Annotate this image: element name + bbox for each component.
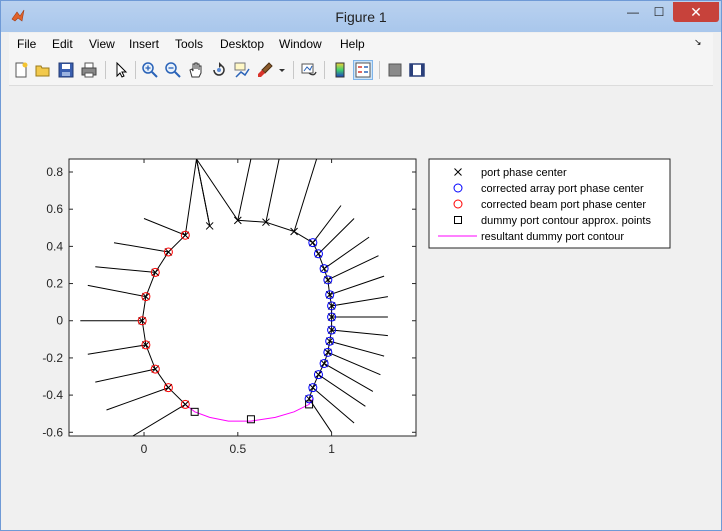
zoom-out-icon[interactable] xyxy=(164,61,182,79)
figure-window: Figure 1 — ☐ ✕ File Edit View Insert Too… xyxy=(0,0,722,531)
legend-label: dummy port contour approx. points xyxy=(481,215,651,227)
legend-item: dummy port contour approx. points xyxy=(454,215,651,227)
y-tick-label: 0.8 xyxy=(46,165,63,179)
pointer-icon[interactable] xyxy=(112,61,130,79)
legend-item: corrected beam port phase center xyxy=(453,199,646,211)
y-tick-label: -0.6 xyxy=(42,425,63,439)
save-icon[interactable] xyxy=(57,61,75,79)
colorbar-icon[interactable] xyxy=(331,61,349,79)
close-button[interactable]: ✕ xyxy=(673,2,719,22)
menu-desktop[interactable]: Desktop xyxy=(220,37,264,51)
x-tick-label: 1 xyxy=(328,442,335,456)
minimize-button[interactable]: — xyxy=(620,2,646,22)
menu-file[interactable]: File xyxy=(17,37,36,51)
toolbar-separator xyxy=(135,61,136,79)
y-tick-label: 0.4 xyxy=(46,239,63,253)
y-tick-label: 0.6 xyxy=(46,202,63,216)
open-file-icon[interactable] xyxy=(34,61,52,79)
x-tick-label: 0 xyxy=(141,442,148,456)
window-title: Figure 1 xyxy=(335,9,387,25)
legend-label: corrected beam port phase center xyxy=(481,199,646,211)
y-tick-label: 0.2 xyxy=(46,277,63,291)
y-tick-label: 0 xyxy=(56,314,63,328)
y-tick-label: -0.2 xyxy=(42,351,63,365)
toolbar-separator xyxy=(293,61,294,79)
rotate-3d-icon[interactable] xyxy=(210,61,228,79)
figure-canvas: 0 0.5 1 0.8 0.6 0.4 0.2 0 -0.2 -0.4 -0.6 port phas… xyxy=(9,86,713,522)
menu-insert[interactable]: Insert xyxy=(129,37,159,51)
menu-view[interactable]: View xyxy=(89,37,115,51)
pan-icon[interactable] xyxy=(187,61,205,79)
y-tick-label: -0.4 xyxy=(42,388,63,402)
menu-window[interactable]: Window xyxy=(279,37,322,51)
plot-svg[interactable]: 0 0.5 1 0.8 0.6 0.4 0.2 0 -0.2 -0.4 -0.6 port phas… xyxy=(9,86,713,522)
legend-label: corrected array port phase center xyxy=(481,183,644,195)
legend-item: corrected array port phase center xyxy=(453,183,644,195)
figure-toolbar xyxy=(9,55,713,86)
toolbar-separator xyxy=(105,61,106,79)
title-bar[interactable]: Figure 1 — ☐ ✕ xyxy=(1,1,721,32)
print-icon[interactable] xyxy=(80,61,98,79)
menu-overflow-icon[interactable]: ↘ xyxy=(694,37,702,48)
x-tick-label: 0.5 xyxy=(229,442,246,456)
toolbar-separator xyxy=(379,61,380,79)
data-cursor-icon[interactable] xyxy=(233,61,251,79)
toolbar-separator xyxy=(324,61,325,79)
legend-label: port phase center xyxy=(481,167,567,179)
show-plot-tools-icon[interactable] xyxy=(408,61,426,79)
brush-icon[interactable] xyxy=(256,61,274,79)
menu-help[interactable]: Help xyxy=(340,37,365,51)
legend-label: resultant dummy port contour xyxy=(481,231,624,243)
zoom-in-icon[interactable] xyxy=(141,61,159,79)
link-plot-icon[interactable] xyxy=(300,61,318,79)
menu-tools[interactable]: Tools xyxy=(175,37,203,51)
hide-plot-tools-icon[interactable] xyxy=(386,61,404,79)
new-figure-icon[interactable] xyxy=(12,61,30,79)
legend-box[interactable]: port phase center corrected array port ph… xyxy=(428,158,671,249)
menu-edit[interactable]: Edit xyxy=(52,37,73,51)
maximize-button[interactable]: ☐ xyxy=(646,2,672,22)
legend-icon[interactable] xyxy=(353,60,373,80)
menu-bar: File Edit View Insert Tools Desktop Wind… xyxy=(9,33,713,55)
brush-dropdown-icon[interactable] xyxy=(277,61,287,79)
